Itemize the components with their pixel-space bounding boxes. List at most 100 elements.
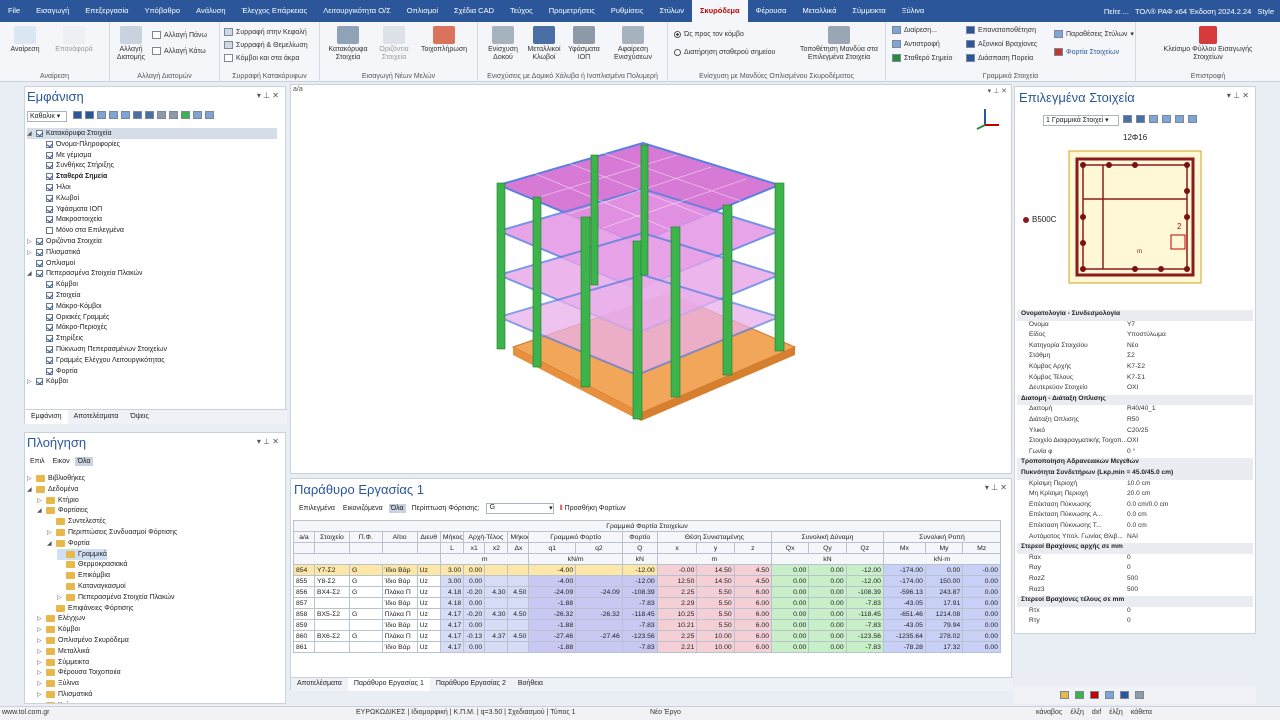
table-cell[interactable]: 854 <box>293 564 315 576</box>
tree-item[interactable]: Συνθήκες Στήριξης <box>37 160 114 171</box>
tree-item[interactable]: Στοιχεία <box>37 290 81 301</box>
table-cell[interactable]: Πλάκα Π <box>381 630 418 642</box>
checkbox-icon[interactable] <box>46 162 53 170</box>
ribbon-tab[interactable]: Οπλισμοί <box>399 0 446 22</box>
toolbar-icon[interactable] <box>193 111 202 119</box>
table-cell[interactable]: 2.29 <box>656 597 698 609</box>
tree-item[interactable]: ▷ Φέρουσα Τοιχοποιία <box>37 667 121 678</box>
table-cell[interactable]: 4.18 <box>439 586 465 598</box>
toolbar-icon[interactable] <box>85 111 94 119</box>
property-row[interactable]: Κρίσιμη Περιοχή 10.0 cm <box>1017 480 1253 491</box>
table-cell[interactable]: 860 <box>293 630 315 642</box>
table-cell[interactable]: -0.00 <box>962 564 1001 576</box>
tree-item[interactable]: Όνομα-Πληροφορίες <box>37 139 120 150</box>
table-cell[interactable]: 0.00 <box>808 597 847 609</box>
ribbon-tab[interactable]: Επεξεργασία <box>77 0 136 22</box>
toolbar-icon[interactable] <box>181 111 190 119</box>
ribbon-tab[interactable]: Προμετρήσεις <box>541 0 603 22</box>
table-cell[interactable]: -1.88 <box>528 641 577 653</box>
property-row[interactable]: Rαz3 500 <box>1017 586 1253 597</box>
checkbox-icon[interactable] <box>36 259 43 267</box>
table-row[interactable]: 854 Υ7-Σ2 G Ίδιο Βάρ Uz 3.00 0.00 -4.00 -12.00 -0… <box>293 564 1001 576</box>
table-cell[interactable]: 6.00 <box>733 608 772 620</box>
change-top-checkbox[interactable]: Αλλαγή Πάνω <box>152 31 207 39</box>
property-row[interactable]: Διάταξη Οπλισης R50 <box>1017 416 1253 427</box>
tree-item[interactable]: Συντελεστές <box>47 516 106 527</box>
style-selector[interactable]: Style <box>1257 7 1274 16</box>
table-cell[interactable]: Ίδιο Βάρ <box>381 564 418 576</box>
checkbox-icon[interactable] <box>46 367 53 375</box>
table-cell[interactable]: 0.00 <box>962 641 1001 653</box>
property-row[interactable]: Όνομα Υ7 <box>1017 321 1253 332</box>
table-cell[interactable] <box>348 619 383 631</box>
tree-item[interactable]: ▷ Σύμμεικτα <box>37 657 89 668</box>
table-cell[interactable]: 0.00 <box>962 630 1001 642</box>
table-cell[interactable]: 859 <box>293 619 315 631</box>
tree-item[interactable]: ▷ Πλισματικά <box>27 247 80 258</box>
redo-button[interactable]: Επανάφορά <box>52 26 96 54</box>
property-value[interactable]: 0 <box>1127 607 1253 618</box>
table-cell[interactable]: ΒΧ5-Σ2 <box>313 608 350 620</box>
checkbox-icon[interactable] <box>46 356 53 364</box>
checkbox-icon[interactable] <box>46 281 53 289</box>
table-cell[interactable]: 10.00 <box>696 641 735 653</box>
table-cell[interactable]: G <box>348 575 383 587</box>
nav-filter[interactable]: Εικον <box>50 457 73 466</box>
element-loads-button[interactable]: Φορτία Στοιχείων <box>1054 48 1119 56</box>
radio-node[interactable]: Ώς προς τον κόμβο <box>674 31 744 38</box>
property-value[interactable]: 20.0 cm <box>1127 490 1253 501</box>
tree-item[interactable]: Επικόμβια <box>57 570 110 581</box>
property-value[interactable]: R50 <box>1127 416 1253 427</box>
table-cell[interactable]: 12.50 <box>656 575 698 587</box>
table-cell[interactable]: -123.56 <box>845 630 884 642</box>
checkbox-icon[interactable] <box>46 335 53 343</box>
tool-icon-3[interactable] <box>1090 691 1099 699</box>
table-cell[interactable]: 4.18 <box>439 597 465 609</box>
table-cell[interactable]: Ίδιο Βάρ <box>381 575 418 587</box>
table-cell[interactable]: 0.00 <box>808 630 847 642</box>
property-row[interactable]: Στάθμη Σ2 <box>1017 352 1253 363</box>
table-cell[interactable]: 0.00 <box>770 608 810 620</box>
table-row[interactable]: 859 Ίδιο Βάρ Uz 4.17 0.00 -1.88 -7.83 10.21 5.50… <box>293 619 1001 631</box>
table-cell[interactable]: 4.17 <box>439 641 465 653</box>
table-cell[interactable]: -174.00 <box>882 575 926 587</box>
tree-item[interactable]: ▷ Οριζόντια Στοιχεία <box>27 236 102 247</box>
reverse-button[interactable]: Αντιστροφή <box>892 40 940 48</box>
table-cell[interactable]: -27.46 <box>528 630 577 642</box>
table-cell[interactable]: Πλάκα Π <box>381 586 418 598</box>
work-tab[interactable]: Παράθυρο Εργασίας 1 <box>347 678 430 691</box>
ribbon-tab[interactable]: Φέρουσα <box>748 0 795 22</box>
table-cell[interactable]: -651.46 <box>882 608 926 620</box>
work-window-controls[interactable]: ▾ ⊥ ✕ <box>985 483 1007 492</box>
table-cell[interactable] <box>575 641 623 653</box>
property-row[interactable]: Rαx 0 <box>1017 554 1253 565</box>
column-quotes-dropdown[interactable]: Παραθέσεις Στύλων ▾ <box>1054 30 1134 38</box>
tree-item[interactable]: ◢ Πεπερασμένα Στοιχεία Πλακών <box>27 268 142 279</box>
table-cell[interactable]: 6.00 <box>733 630 772 642</box>
tree-item[interactable]: ▷ Βιβλιοθήκες <box>27 473 85 484</box>
table-cell[interactable] <box>507 564 530 576</box>
table-cell[interactable]: 0.00 <box>463 641 486 653</box>
property-row[interactable]: Κόμβος Τέλους Κ7-Σ1 <box>1017 374 1253 385</box>
table-cell[interactable]: -123.56 <box>621 630 658 642</box>
table-cell[interactable]: -7.83 <box>845 641 884 653</box>
property-row[interactable]: Rτy 0 <box>1017 617 1253 628</box>
nav-filter[interactable]: Όλα <box>74 457 94 466</box>
checkbox-icon[interactable] <box>46 151 53 159</box>
work-filter[interactable]: Επιλεγμένα <box>297 504 337 513</box>
checkbox-icon[interactable] <box>46 302 53 310</box>
toolbar-icon[interactable] <box>121 111 130 119</box>
property-row[interactable]: Στοιχείο Διαφραγματικής Τοιχοπ... ΟΧΙ <box>1017 437 1253 448</box>
table-cell[interactable]: 2.25 <box>656 586 698 598</box>
checkbox-icon[interactable] <box>46 346 53 353</box>
table-cell[interactable]: -0.00 <box>656 564 698 576</box>
table-row[interactable]: 857 Ίδιο Βάρ Uz 4.18 0.00 -1.88 -7.83 2.29 5.50 6… <box>293 597 1001 609</box>
checkbox-icon[interactable] <box>46 313 53 321</box>
remove-strengthening-button[interactable]: Αφαίρεση Ενισχύσεων <box>608 26 658 62</box>
expand-icon[interactable]: ▷ <box>27 378 33 385</box>
property-value[interactable]: ΟΧΙ <box>1127 437 1253 448</box>
checkbox-icon[interactable] <box>36 130 43 137</box>
table-cell[interactable] <box>484 597 509 609</box>
table-cell[interactable]: -26.32 <box>575 608 623 620</box>
display-filter-dropdown[interactable]: Καθολικ ▾ <box>27 111 67 122</box>
